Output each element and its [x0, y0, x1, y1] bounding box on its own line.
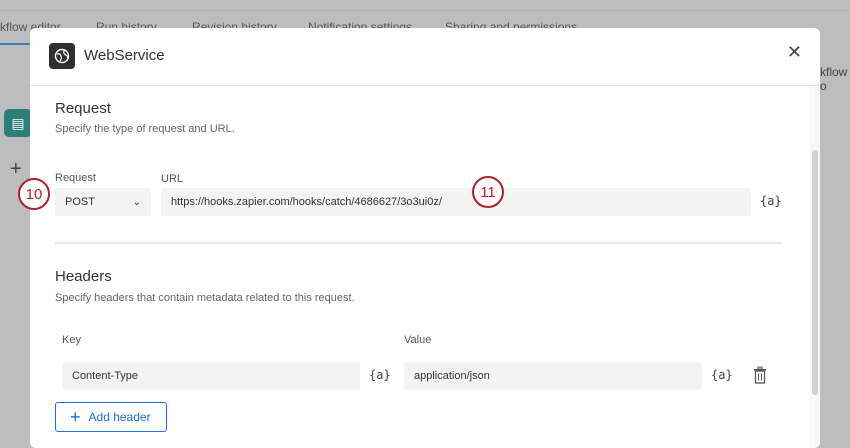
divider — [0, 10, 850, 11]
annotation-badge-10: 10 — [18, 178, 50, 210]
headers-description: Specify headers that contain metadata re… — [55, 292, 355, 304]
annotation-badge-11: 11 — [472, 176, 504, 208]
globe-icon — [49, 43, 75, 69]
clipboard-icon: ▤ — [4, 109, 32, 137]
webservice-modal: WebService ✕ Request Specify the type of… — [30, 28, 820, 448]
active-tab-indicator — [0, 43, 30, 45]
scrollbar-thumb[interactable] — [812, 150, 818, 395]
url-input[interactable]: https://hooks.zapier.com/hooks/catch/468… — [161, 188, 751, 216]
section-divider — [55, 242, 782, 244]
modal-title: WebService — [84, 47, 165, 64]
add-header-label: Add header — [88, 410, 151, 424]
piped-text-icon[interactable]: {a} — [711, 368, 733, 382]
request-description: Specify the type of request and URL. — [55, 123, 235, 135]
add-header-button[interactable]: + Add header — [55, 402, 167, 432]
headers-heading: Headers — [55, 268, 112, 285]
header-key-value: Content-Type — [72, 370, 139, 382]
header-key-input[interactable]: Content-Type — [62, 362, 360, 390]
piped-text-icon[interactable]: {a} — [760, 194, 782, 208]
method-select[interactable]: POST ⌄ — [55, 188, 151, 216]
close-icon[interactable]: ✕ — [787, 42, 802, 63]
plus-icon: + — [10, 158, 22, 180]
value-label: Value — [404, 334, 432, 346]
method-value: POST — [65, 196, 95, 208]
plus-icon: + — [70, 406, 81, 427]
modal-header: WebService ✕ — [30, 28, 820, 86]
trash-icon[interactable] — [753, 366, 767, 389]
url-label: URL — [161, 173, 184, 185]
piped-text-icon[interactable]: {a} — [369, 368, 391, 382]
url-value: https://hooks.zapier.com/hooks/catch/468… — [171, 196, 442, 208]
background-text: kflow o — [820, 65, 848, 93]
header-value-input[interactable]: application/json — [404, 362, 702, 390]
method-label: Request — [55, 172, 96, 184]
request-heading: Request — [55, 100, 111, 117]
key-label: Key — [62, 334, 81, 346]
chevron-down-icon: ⌄ — [132, 196, 141, 208]
header-value-value: application/json — [414, 370, 490, 382]
